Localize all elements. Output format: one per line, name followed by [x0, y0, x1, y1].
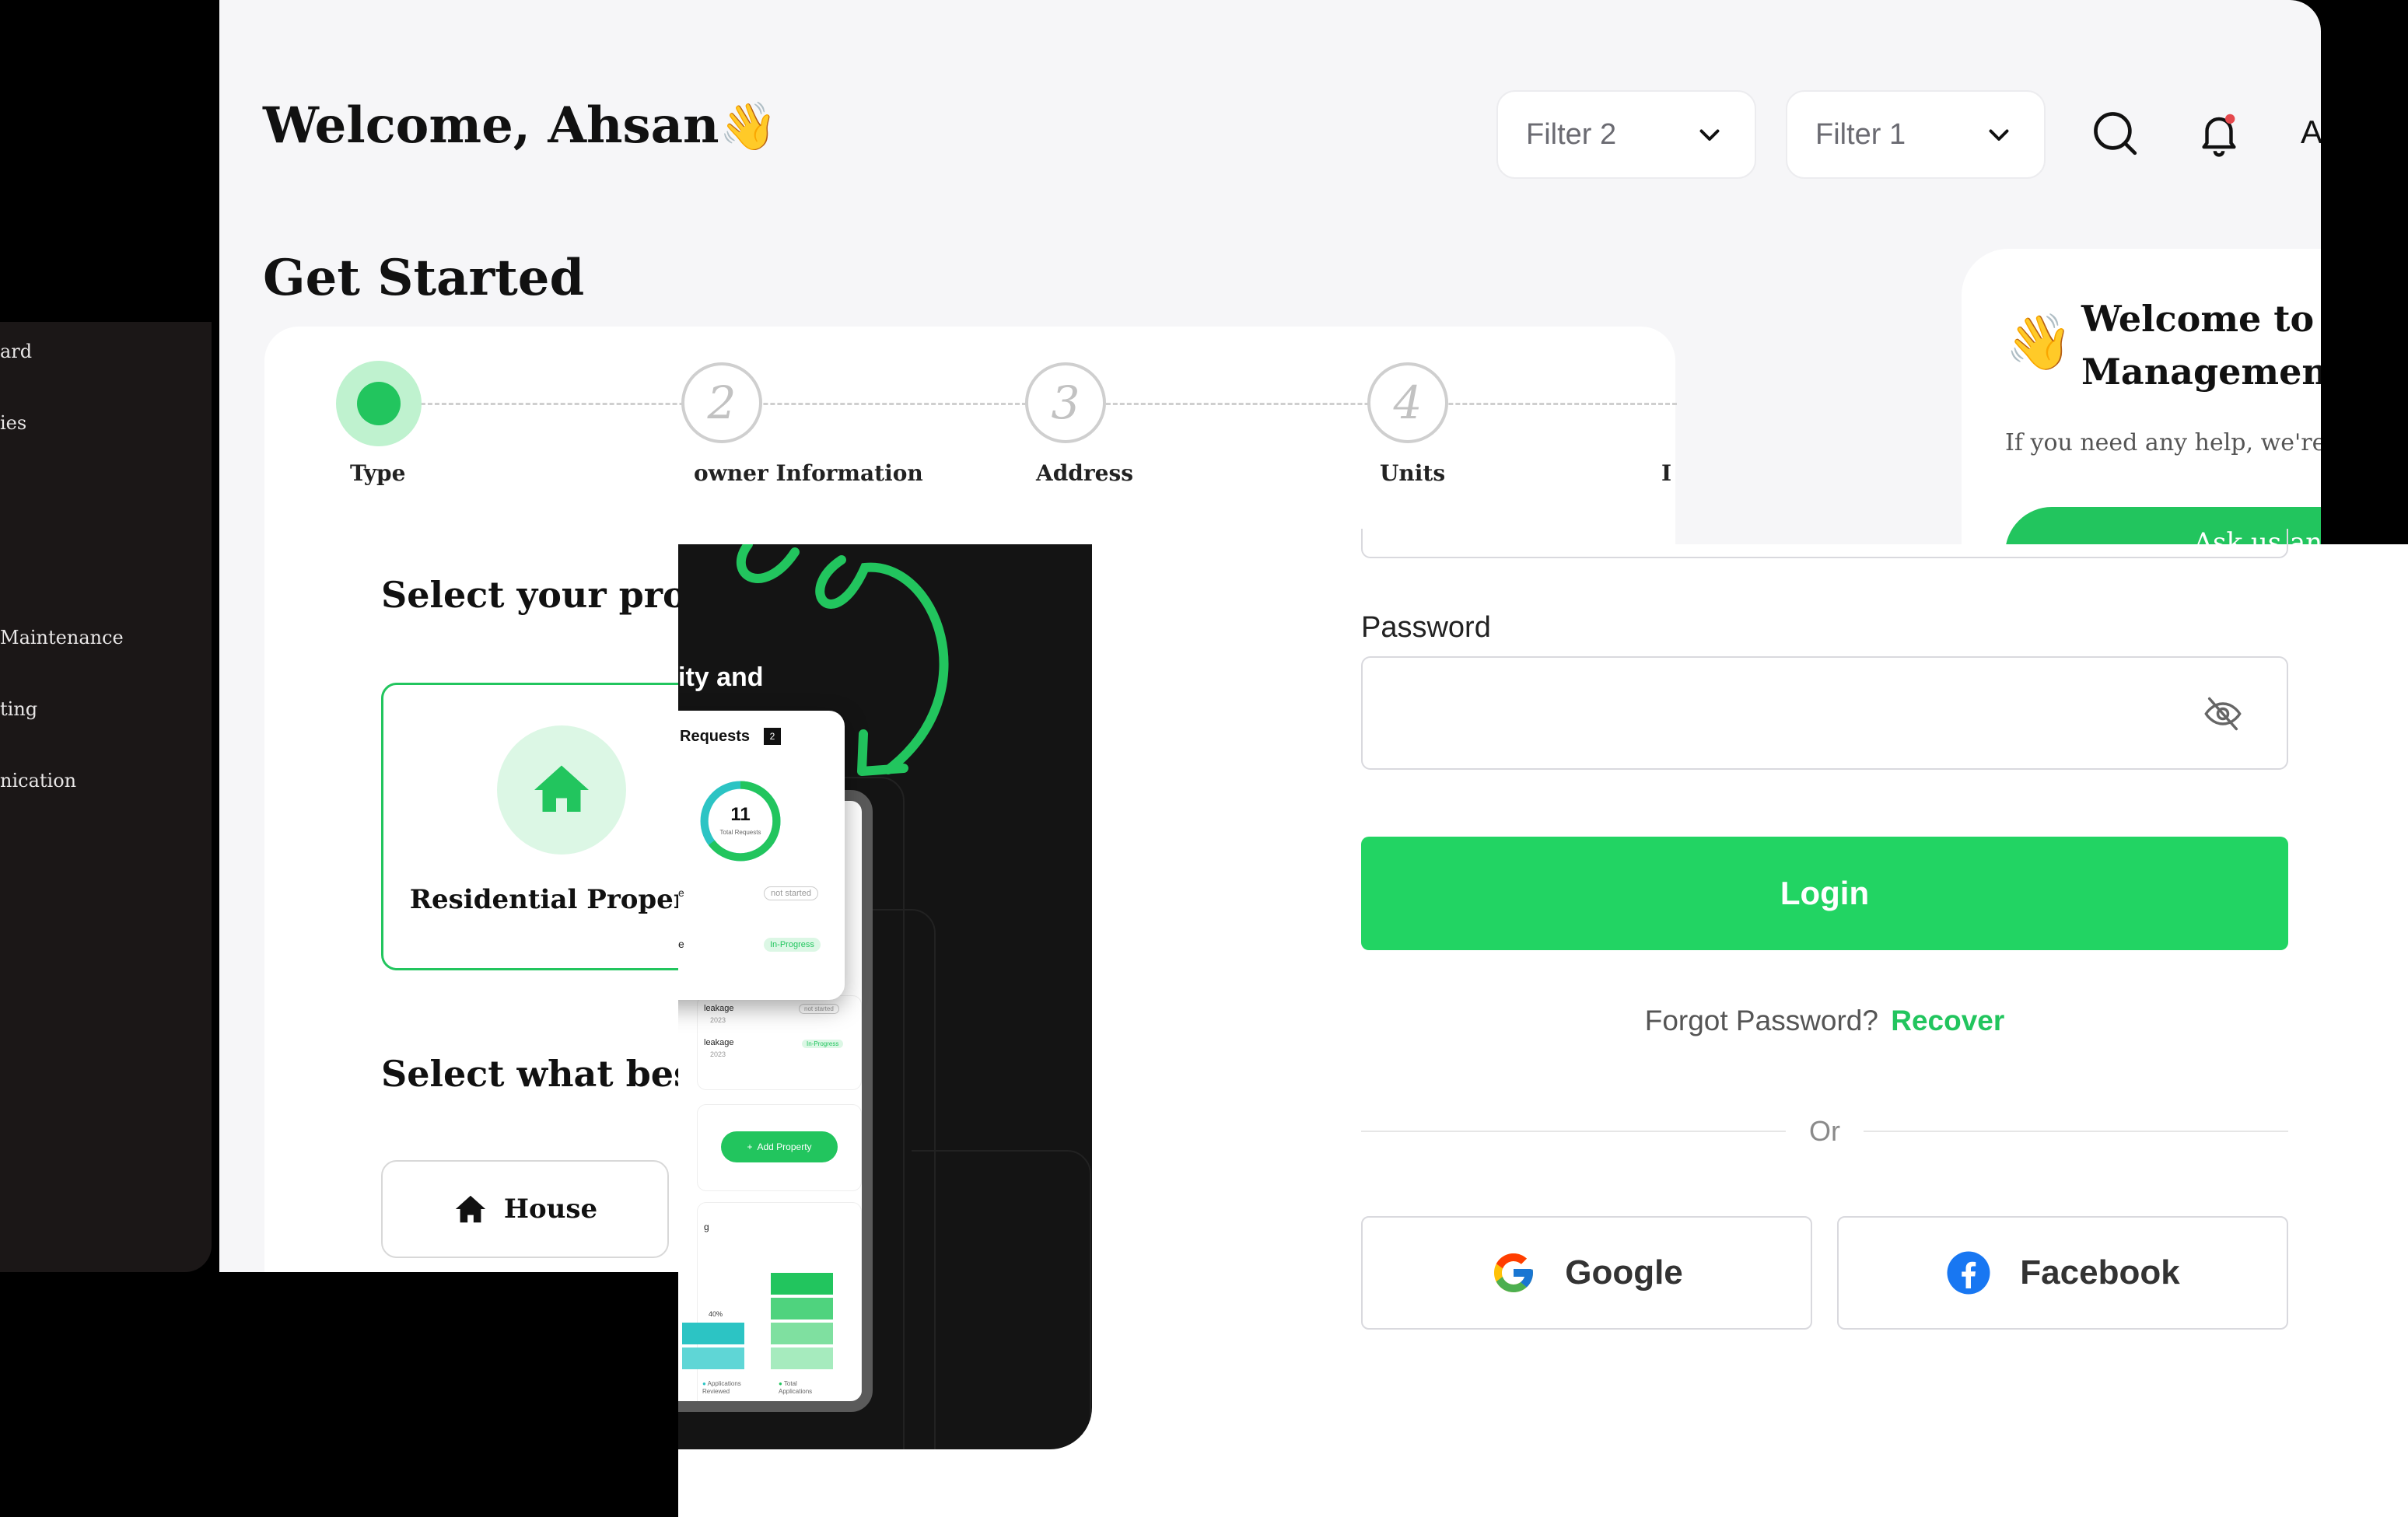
- or-text: Or: [1809, 1115, 1840, 1147]
- eye-off-icon[interactable]: [2203, 694, 2243, 734]
- sidebar-item-accounting[interactable]: ting: [0, 698, 37, 720]
- login-button[interactable]: Login: [1361, 837, 2288, 950]
- step-2-label: owner Information: [694, 460, 923, 486]
- bar-segment: [771, 1347, 833, 1369]
- legend-total-applications: ● Total Applications: [779, 1380, 812, 1396]
- chart-card-title: g: [704, 1222, 709, 1232]
- step-3-label: Address: [1036, 460, 1133, 486]
- bar-segment: [771, 1298, 833, 1320]
- requests-title: Requests: [680, 728, 751, 745]
- google-label: Google: [1565, 1253, 1683, 1292]
- legend-2-line-1: Total: [783, 1380, 797, 1387]
- avatar[interactable]: A: [2301, 114, 2321, 151]
- total-requests-label: Total Requests: [719, 829, 761, 836]
- step-5-label: I: [1661, 460, 1672, 486]
- wave-emoji-icon: 👋: [719, 100, 778, 154]
- requests-popup: Requests 2 11 Total Requests e not start…: [678, 711, 845, 1000]
- bar-segment: [771, 1323, 833, 1344]
- request-row-2: e: [678, 938, 684, 950]
- step-2-indicator[interactable]: 2: [681, 362, 762, 443]
- bar-segment: [771, 1273, 833, 1295]
- help-card-title: Welcome to Property Management system: [2081, 292, 2321, 398]
- leakage-1-title: leakage: [704, 1004, 734, 1013]
- filter-1-dropdown[interactable]: Filter 1: [1786, 90, 2046, 179]
- facebook-button[interactable]: Facebook: [1837, 1216, 2288, 1330]
- legend-1-line-2: Reviewed: [702, 1388, 730, 1395]
- promo-panel: ity and leakage 2023 not started leakage…: [678, 544, 1092, 1449]
- facebook-icon: [1947, 1251, 1990, 1295]
- filter-1-label: Filter 1: [1815, 117, 1906, 151]
- legend-applications-reviewed: ● Applications Reviewed: [702, 1380, 741, 1396]
- get-started-title: Get Started: [263, 249, 585, 307]
- filter-2-label: Filter 2: [1526, 117, 1617, 151]
- status-badge: not started: [764, 886, 818, 900]
- wave-emoji-icon: 👋: [2005, 312, 2074, 372]
- email-field[interactable]: [1361, 529, 2288, 558]
- add-property-button[interactable]: + Add Property: [721, 1131, 838, 1162]
- request-row-1: e: [678, 886, 684, 899]
- legend-dot: ●: [779, 1380, 782, 1387]
- help-title-line-1: Welcome to Property: [2081, 298, 2321, 340]
- home-icon: [534, 765, 589, 812]
- house-option-button[interactable]: House: [381, 1160, 669, 1258]
- chart-percent-label: 40%: [709, 1310, 723, 1318]
- notification-bell-icon[interactable]: [2195, 109, 2243, 157]
- sidebar: ard ies Maintenance ting nication: [0, 322, 212, 1272]
- house-label: House: [503, 1194, 598, 1225]
- sidebar-item-properties[interactable]: ies: [0, 412, 26, 434]
- chevron-down-icon: [1699, 129, 1720, 141]
- sidebar-item-maintenance[interactable]: Maintenance: [0, 627, 124, 648]
- filter-2-dropdown[interactable]: Filter 2: [1496, 90, 1756, 179]
- sidebar-item-communication[interactable]: nication: [0, 770, 76, 792]
- search-icon[interactable]: [2091, 109, 2139, 157]
- leakage-2-date: 2023: [710, 1050, 726, 1058]
- google-icon: [1494, 1253, 1534, 1292]
- step-1-indicator[interactable]: [336, 361, 422, 446]
- divider-line: [1864, 1131, 2288, 1132]
- google-button[interactable]: Google: [1361, 1216, 1812, 1330]
- status-badge: In-Progress: [802, 1040, 844, 1048]
- home-icon-badge: [497, 725, 626, 855]
- add-property-card: + Add Property: [697, 1104, 862, 1191]
- requests-count-badge: 2: [764, 728, 781, 745]
- house-icon: [455, 1195, 486, 1223]
- legend-2-line-2: Applications: [779, 1388, 813, 1395]
- status-badge: not started: [799, 1004, 839, 1014]
- promo-heading: ity and: [678, 662, 764, 692]
- total-requests-value: 11: [730, 804, 751, 825]
- or-divider: Or: [1361, 1115, 2288, 1148]
- forgot-password-row: Forgot Password? Recover: [1361, 1005, 2288, 1037]
- welcome-heading: Welcome, Ahsan👋: [263, 96, 777, 155]
- sidebar-item-dashboard[interactable]: ard: [0, 341, 32, 362]
- bar-segment: [682, 1347, 744, 1369]
- chevron-down-icon: [1989, 129, 2009, 141]
- step-4-label: Units: [1380, 460, 1446, 486]
- status-badge: In-Progress: [764, 938, 821, 952]
- facebook-label: Facebook: [2020, 1253, 2180, 1292]
- welcome-text: Welcome, Ahsan: [263, 96, 719, 155]
- applications-chart-card: g 40% ● Applications Reviewed ● Total Appl…: [682, 1202, 862, 1401]
- leakage-2-title: leakage: [704, 1038, 734, 1047]
- password-field[interactable]: [1361, 656, 2288, 770]
- legend-1-line-1: Applications: [707, 1380, 741, 1387]
- legend-dot: ●: [702, 1380, 706, 1387]
- recover-link[interactable]: Recover: [1891, 1005, 2004, 1036]
- background-fill: [0, 1272, 678, 1517]
- password-label: Password: [1361, 611, 1491, 644]
- divider-line: [1361, 1131, 1786, 1132]
- step-1-label: Type: [350, 460, 406, 486]
- leakage-list: leakage 2023 not started leakage 2023 In…: [697, 995, 862, 1090]
- help-card-subtitle: If you need any help, we're here to help…: [2005, 429, 2321, 456]
- bar-segment: [682, 1323, 744, 1344]
- step-3-indicator[interactable]: 3: [1025, 362, 1106, 443]
- step-4-indicator[interactable]: 4: [1367, 362, 1448, 443]
- leakage-1-date: 2023: [710, 1016, 726, 1024]
- add-property-label: Add Property: [757, 1141, 812, 1152]
- help-title-line-2: Management system: [2081, 351, 2321, 393]
- plus-icon: +: [747, 1141, 753, 1152]
- forgot-password-text: Forgot Password?: [1644, 1005, 1878, 1036]
